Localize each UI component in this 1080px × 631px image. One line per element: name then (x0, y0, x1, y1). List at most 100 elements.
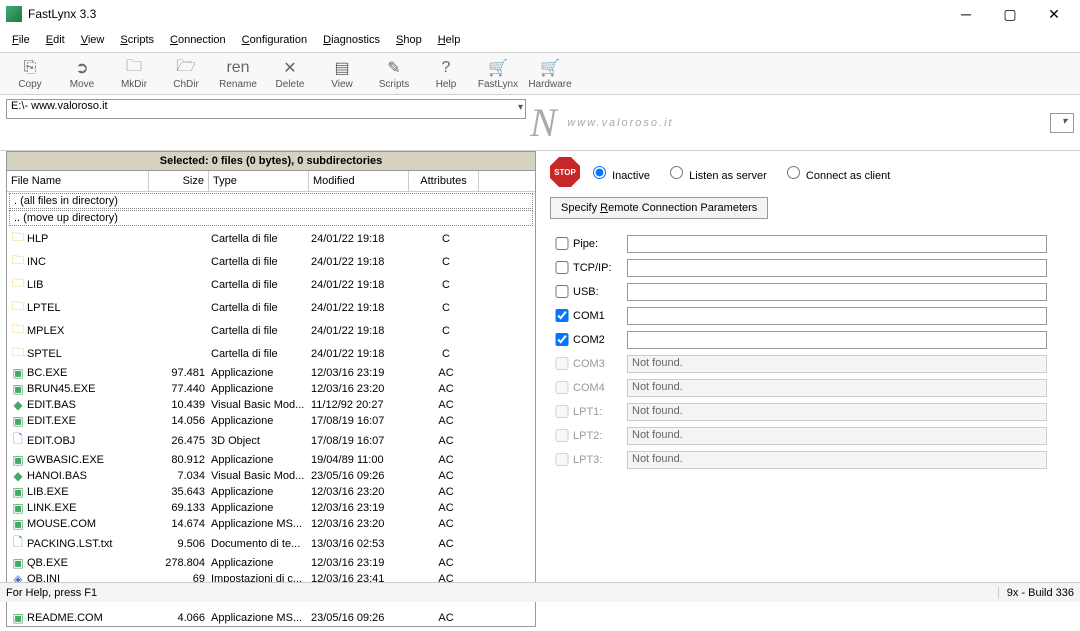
menu-view[interactable]: View (73, 30, 113, 50)
menu-diagnostics[interactable]: Diagnostics (315, 30, 388, 50)
view-button[interactable]: ▤View (316, 55, 368, 92)
table-row[interactable]: ◆HANOI.BAS7.034Visual Basic Mod...23/05/… (7, 468, 535, 484)
menu-shop[interactable]: Shop (388, 30, 430, 50)
table-row[interactable]: ▣BRUN45.EXE77.440Applicazione12/03/16 23… (7, 381, 535, 397)
menu-help[interactable]: Help (430, 30, 469, 50)
move-button[interactable]: ➲Move (56, 55, 108, 92)
col-type[interactable]: Type (209, 171, 309, 191)
special-row[interactable]: . (all files in directory) (9, 193, 533, 209)
table-row[interactable]: ▣LINK.EXE69.133Applicazione12/03/16 23:1… (7, 500, 535, 516)
menu-file[interactable]: File (4, 30, 38, 50)
table-row[interactable]: 🗀SPTELCartella di file24/01/22 19:18C (7, 342, 535, 365)
specify-remote-button[interactable]: Specify Remote Connection Parameters (550, 197, 768, 219)
file-icon: 🗋 (9, 430, 27, 451)
connection-panel: STOP Inactive Listen as server Connect a… (540, 151, 1080, 631)
fastlynx-button[interactable]: 🛒FastLynx (472, 55, 524, 92)
field-lpt2: Not found. (627, 427, 1047, 445)
checkbox-tcpip[interactable] (554, 261, 570, 274)
field-com3: Not found. (627, 355, 1047, 373)
checkbox-usb[interactable] (554, 285, 570, 298)
file-icon: ▣ (9, 556, 27, 570)
table-row[interactable]: ▣BC.EXE97.481Applicazione12/03/16 23:19A… (7, 365, 535, 381)
checkbox-com2[interactable] (554, 333, 570, 346)
file-icon: 🗀 (9, 297, 27, 318)
field-com2[interactable] (627, 331, 1047, 349)
selection-header: Selected: 0 files (0 bytes), 0 subdirect… (7, 152, 535, 171)
table-row[interactable]: ▣README.COM4.066Applicazione MS...23/05/… (7, 610, 535, 626)
hardware-icon: 🛒 (524, 57, 576, 79)
table-row[interactable]: 🗀LPTELCartella di file24/01/22 19:18C (7, 296, 535, 319)
field-tcpip[interactable] (627, 259, 1047, 277)
move-icon: ➲ (56, 57, 108, 79)
rename-button[interactable]: renRename (212, 55, 264, 92)
statusbar: For Help, press F1 9x - Build 336 (0, 582, 1080, 602)
radio-listen[interactable]: Listen as server (665, 170, 767, 182)
conn-row-com1: COM1 (550, 306, 1070, 325)
copy-icon: ⎘ (4, 57, 56, 79)
mkdir-icon: 🗀 (108, 57, 160, 79)
col-modified[interactable]: Modified (309, 171, 409, 191)
field-com1[interactable] (627, 307, 1047, 325)
file-icon: 🗀 (9, 251, 27, 272)
menubar: FileEditViewScriptsConnectionConfigurati… (0, 28, 1080, 52)
delete-icon: ✕ (264, 57, 316, 79)
chdir-icon: 🗁 (160, 57, 212, 79)
label-lpt3: LPT3: (573, 454, 623, 466)
close-button[interactable]: ✕ (1032, 0, 1076, 28)
rename-icon: ren (212, 57, 264, 79)
field-pipe[interactable] (627, 235, 1047, 253)
checkbox-com1[interactable] (554, 309, 570, 322)
table-row[interactable]: ▣LIB.EXE35.643Applicazione12/03/16 23:20… (7, 484, 535, 500)
file-list[interactable]: . (all files in directory).. (move up di… (7, 192, 535, 626)
col-attributes[interactable]: Attributes (409, 171, 479, 191)
maximize-button[interactable]: ▢ (988, 0, 1032, 28)
table-row[interactable]: 🗀MPLEXCartella di file24/01/22 19:18C (7, 319, 535, 342)
copy-button[interactable]: ⎘Copy (4, 55, 56, 92)
table-row[interactable]: 🗀INCCartella di file24/01/22 19:18C (7, 250, 535, 273)
file-icon: 🗀 (9, 343, 27, 364)
menu-connection[interactable]: Connection (162, 30, 234, 50)
delete-button[interactable]: ✕Delete (264, 55, 316, 92)
window-title: FastLynx 3.3 (28, 7, 944, 21)
radio-inactive[interactable]: Inactive (588, 170, 650, 182)
minimize-button[interactable]: ─ (944, 0, 988, 28)
file-icon: ▣ (9, 517, 27, 531)
label-com4: COM4 (573, 382, 623, 394)
table-row[interactable]: 🗋PACKING.LST.txt9.506Documento di te...1… (7, 532, 535, 555)
file-icon: ▣ (9, 485, 27, 499)
conn-row-usb: USB: (550, 282, 1070, 301)
hardware-button[interactable]: 🛒Hardware (524, 55, 576, 92)
checkbox-lpt1 (554, 405, 570, 418)
path-dropdown[interactable]: E:\- www.valoroso.it (6, 99, 526, 119)
help-button[interactable]: ?Help (420, 55, 472, 92)
mkdir-button[interactable]: 🗀MkDir (108, 55, 160, 92)
table-header: File Name Size Type Modified Attributes (7, 171, 535, 192)
table-row[interactable]: ▣EDIT.EXE14.056Applicazione17/08/19 16:0… (7, 413, 535, 429)
menu-scripts[interactable]: Scripts (112, 30, 162, 50)
table-row[interactable]: ▣MOUSE.COM14.674Applicazione MS...12/03/… (7, 516, 535, 532)
table-row[interactable]: ▣QB.EXE278.804Applicazione12/03/16 23:19… (7, 555, 535, 571)
radio-connect[interactable]: Connect as client (782, 170, 890, 182)
checkbox-pipe[interactable] (554, 237, 570, 250)
field-usb[interactable] (627, 283, 1047, 301)
special-row[interactable]: .. (move up directory) (9, 210, 533, 226)
menu-edit[interactable]: Edit (38, 30, 73, 50)
toolbar: ⎘Copy➲Move🗀MkDir🗁ChDirrenRename✕Delete▤V… (0, 52, 1080, 95)
table-row[interactable]: 🗀HLPCartella di file24/01/22 19:18C (7, 227, 535, 250)
table-row[interactable]: ▣GWBASIC.EXE80.912Applicazione19/04/89 1… (7, 452, 535, 468)
watermark: N www.valoroso.it (530, 99, 1074, 146)
menu-configuration[interactable]: Configuration (234, 30, 315, 50)
scripts-button[interactable]: ✎Scripts (368, 55, 420, 92)
table-row[interactable]: 🗋EDIT.OBJ26.4753D Object17/08/19 16:07AC (7, 429, 535, 452)
table-row[interactable]: ◆EDIT.BAS10.439Visual Basic Mod...11/12/… (7, 397, 535, 413)
col-name[interactable]: File Name (7, 171, 149, 191)
pathbar: E:\- www.valoroso.it N www.valoroso.it (0, 95, 1080, 151)
right-path-dropdown[interactable] (1050, 113, 1074, 133)
chdir-button[interactable]: 🗁ChDir (160, 55, 212, 92)
col-size[interactable]: Size (149, 171, 209, 191)
file-icon: ▣ (9, 366, 27, 380)
table-row[interactable]: 🗀LIBCartella di file24/01/22 19:18C (7, 273, 535, 296)
status-left: For Help, press F1 (6, 587, 97, 599)
label-usb: USB: (573, 286, 623, 298)
scripts-icon: ✎ (368, 57, 420, 79)
